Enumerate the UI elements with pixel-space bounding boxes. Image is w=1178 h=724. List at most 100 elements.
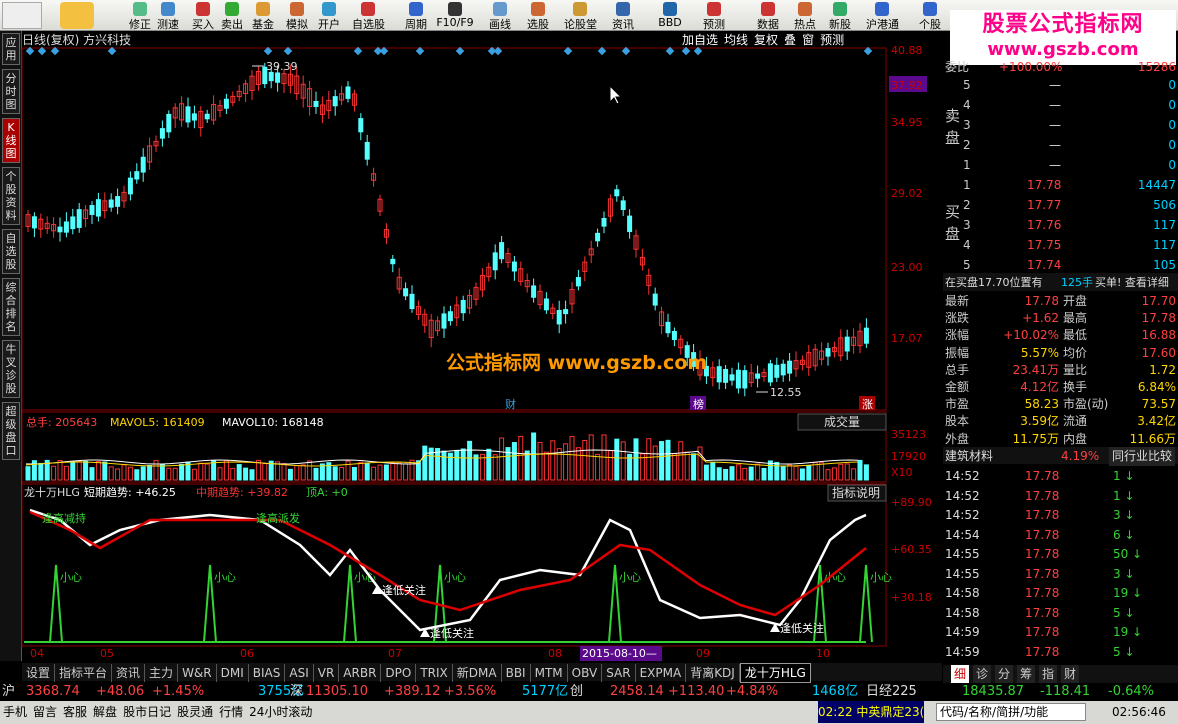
- status-link-6[interactable]: 行情: [219, 705, 243, 719]
- price-tick: 23.00: [891, 261, 923, 274]
- buy-level: 4: [963, 238, 971, 252]
- candle: [767, 363, 773, 383]
- event-marker[interactable]: 财: [505, 397, 516, 411]
- volume-bar: [211, 459, 217, 481]
- event-marker[interactable]: 榜: [693, 397, 704, 411]
- volume-bar: [287, 468, 293, 481]
- quote-label2: 量比: [1063, 362, 1088, 377]
- indicator-tab-7[interactable]: ASI: [285, 664, 314, 682]
- status-link-0[interactable]: 手机: [3, 705, 27, 719]
- buy-volume: 14447: [1137, 178, 1176, 192]
- quote-label2: 最低: [1063, 328, 1088, 343]
- code-search-input[interactable]: 代码/名称/简拼/功能: [936, 703, 1086, 721]
- indicator-tab-2[interactable]: 资讯: [112, 664, 146, 682]
- indicator-tab-3[interactable]: 主力: [145, 664, 179, 682]
- indicator-tab-19[interactable]: 龙十万HLG: [739, 663, 811, 683]
- candle: [390, 258, 396, 265]
- event-marker[interactable]: 涨: [862, 398, 873, 411]
- right-tab-5[interactable]: 财: [1061, 665, 1080, 684]
- panel-row: 14:52 17.78 3 ↓: [943, 506, 1178, 525]
- panel-row: 2 — 0: [943, 136, 1178, 155]
- candle: [115, 196, 121, 207]
- candle: [614, 189, 620, 197]
- candle: [780, 363, 786, 376]
- volume-bar: [409, 459, 415, 481]
- indicator-tab-14[interactable]: MTM: [531, 664, 568, 682]
- status-link-1[interactable]: 留言: [33, 705, 57, 719]
- panel-row: 14:58 17.78 19 ↓: [943, 584, 1178, 603]
- tick-volume: 19 ↓: [1113, 586, 1143, 600]
- candle: [447, 311, 453, 322]
- ticker-item-3: +1.45%: [152, 684, 205, 699]
- indicator-explain-button[interactable]: 指标说明: [832, 485, 880, 500]
- candle: [671, 331, 677, 340]
- candle: [627, 215, 633, 233]
- right-tab-0[interactable]: 细: [951, 665, 970, 684]
- panel-row: 14:59 17.78 19 ↓: [943, 623, 1178, 642]
- volume-bar: [799, 468, 805, 481]
- volume-bar: [678, 441, 684, 481]
- volume-legend-1: MAVOL5: 161409: [110, 416, 205, 429]
- tick-time: 14:58: [945, 586, 980, 600]
- indicator-tab-18[interactable]: 背离KDJ: [686, 664, 740, 682]
- status-link-5[interactable]: 股灵通: [177, 705, 213, 719]
- candle: [70, 216, 76, 230]
- status-link-4[interactable]: 股市日记: [123, 705, 171, 719]
- indicator-tab-15[interactable]: OBV: [568, 664, 603, 682]
- quote-value: 23.41万: [1012, 362, 1059, 377]
- tick-price: 17.78: [1025, 586, 1060, 600]
- status-news[interactable]: 02:22 中英鼎定23(: [818, 701, 925, 723]
- indicator-tab-10[interactable]: DPO: [381, 664, 417, 682]
- indicator-tab-5[interactable]: DMI: [217, 664, 249, 682]
- volume-bar: [166, 467, 172, 481]
- indicator-tab-0[interactable]: 设置: [22, 664, 56, 682]
- volume-bar: [25, 466, 31, 481]
- volume-dropdown[interactable]: 成交量: [824, 414, 860, 429]
- indicator-tab-9[interactable]: ARBR: [339, 664, 382, 682]
- volume-bar: [371, 466, 377, 481]
- volume-bar: [729, 466, 735, 481]
- weibi-label: 委比: [945, 60, 970, 74]
- volume-bar: [70, 462, 76, 481]
- price-tick: 17.07: [891, 332, 923, 345]
- indicator-tab-13[interactable]: BBI: [502, 664, 531, 682]
- right-tab-1[interactable]: 诊: [973, 665, 992, 684]
- panel-row: 14:55 17.78 3 ↓: [943, 565, 1178, 584]
- right-tab-4[interactable]: 指: [1039, 665, 1058, 684]
- volume-bar: [761, 467, 767, 481]
- quote-value: +1.62: [1022, 311, 1059, 326]
- volume-bar: [460, 448, 466, 481]
- candle: [556, 310, 562, 325]
- volume-bar: [159, 463, 165, 481]
- candle: [844, 336, 850, 352]
- volume-bar: [831, 467, 837, 481]
- indicator-tab-12[interactable]: 新DMA: [453, 664, 502, 682]
- sell-volume: 0: [1168, 118, 1176, 132]
- volume-bar: [486, 448, 492, 481]
- indicator-tab-8[interactable]: VR: [314, 664, 340, 682]
- right-tab-3[interactable]: 筹: [1017, 665, 1036, 684]
- indicator-tab-6[interactable]: BIAS: [249, 664, 286, 682]
- watermark: 公式指标网 www.gszb.com: [446, 352, 708, 374]
- indicator-tab-17[interactable]: EXPMA: [636, 664, 687, 682]
- volume-bar: [467, 440, 473, 481]
- status-link-2[interactable]: 客服: [63, 705, 87, 719]
- volume-bar: [691, 453, 697, 481]
- indicator-legend-0: 龙十万HLG: [24, 485, 80, 499]
- indicator-tab-11[interactable]: TRIX: [416, 664, 453, 682]
- volume-bar: [787, 464, 793, 481]
- panel-row: 14:58 17.78 5 ↓: [943, 604, 1178, 623]
- volume-bar: [825, 469, 831, 481]
- indicator-tab-16[interactable]: SAR: [602, 664, 636, 682]
- status-link-7[interactable]: 24小时滚动: [249, 705, 312, 719]
- status-link-3[interactable]: 解盘: [93, 705, 117, 719]
- volume-bar: [435, 448, 441, 481]
- candle: [159, 128, 165, 139]
- panel-row: 14:52 17.78 1 ↓: [943, 487, 1178, 506]
- indicator-tab-4[interactable]: W&R: [178, 664, 217, 682]
- indicator-tab-1[interactable]: 指标平台: [55, 664, 113, 682]
- candle: [755, 373, 761, 379]
- panel-row: 14:54 17.78 6 ↓: [943, 526, 1178, 545]
- right-tab-2[interactable]: 分: [995, 665, 1014, 684]
- candle: [275, 72, 281, 83]
